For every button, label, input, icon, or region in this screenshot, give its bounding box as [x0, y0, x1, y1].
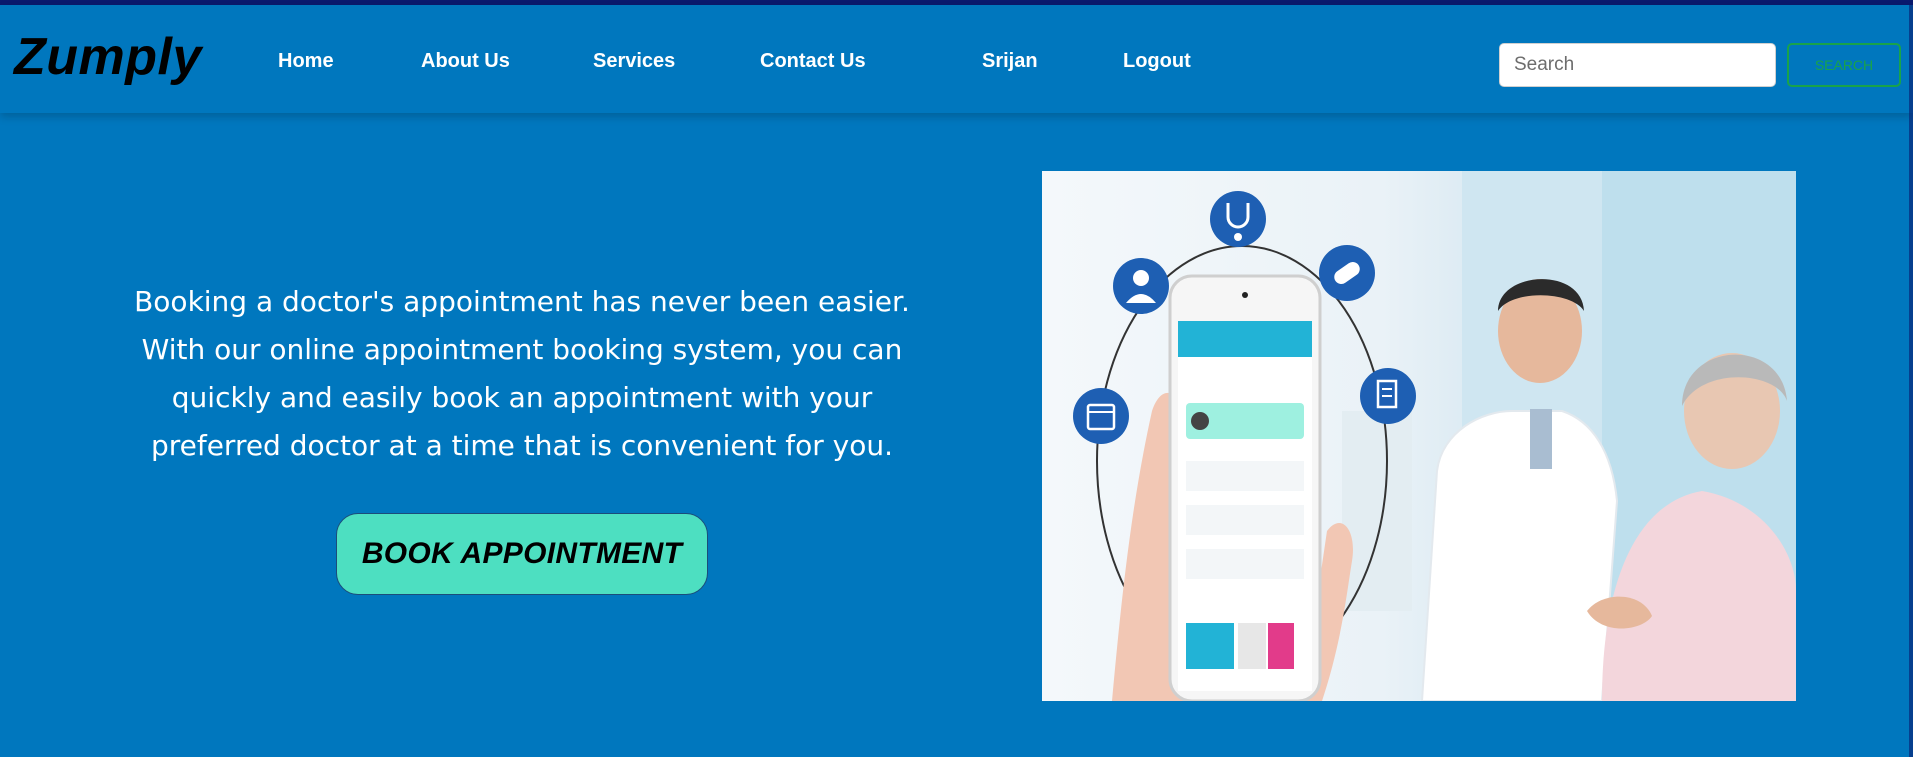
nav-home[interactable]: Home [278, 50, 334, 73]
nav-services[interactable]: Services [593, 50, 675, 73]
phone-list-item [1186, 549, 1304, 579]
nav-about-us[interactable]: About Us [421, 50, 510, 73]
search-input[interactable] [1499, 43, 1776, 87]
nav-contact-us[interactable]: Contact Us [760, 50, 866, 73]
book-appointment-button[interactable]: BOOK APPOINTMENT [336, 513, 708, 595]
doctor-icon [1113, 258, 1169, 314]
shelf [1342, 411, 1412, 611]
pills-icon [1319, 245, 1375, 301]
phone-list-item [1186, 461, 1304, 491]
phone-camera [1242, 292, 1248, 298]
calendar-icon [1073, 388, 1129, 444]
hero-line-2: With our online appointment booking syst… [141, 333, 903, 366]
search-button[interactable]: SEARCH [1787, 43, 1901, 87]
brand-logo[interactable]: Zumply [14, 27, 202, 87]
phone-offer-tile [1186, 623, 1234, 669]
scrollbar[interactable] [1909, 5, 1913, 757]
phone-offer-tile [1238, 623, 1266, 669]
phone-offer-tile [1268, 623, 1294, 669]
phone-app-header [1178, 321, 1312, 357]
hero-line-3: quickly and easily book an appointment w… [171, 381, 873, 414]
stethoscope-icon [1210, 191, 1266, 247]
nav-logout[interactable]: Logout [1123, 50, 1191, 73]
hero-line-4: preferred doctor at a time that is conve… [150, 429, 894, 462]
phone-avatar [1191, 412, 1209, 430]
navbar: Zumply Home About Us Services Contact Us… [0, 5, 1913, 113]
hero-line-1: Booking a doctor's appointment has never… [134, 285, 910, 318]
phone-list-item [1186, 505, 1304, 535]
hero-image [1042, 171, 1796, 701]
hero-illustration [1073, 171, 1796, 701]
nav-user-profile[interactable]: Srijan [982, 50, 1038, 73]
prescription-icon [1360, 368, 1416, 424]
hero-description: Booking a doctor's appointment has never… [110, 278, 934, 470]
